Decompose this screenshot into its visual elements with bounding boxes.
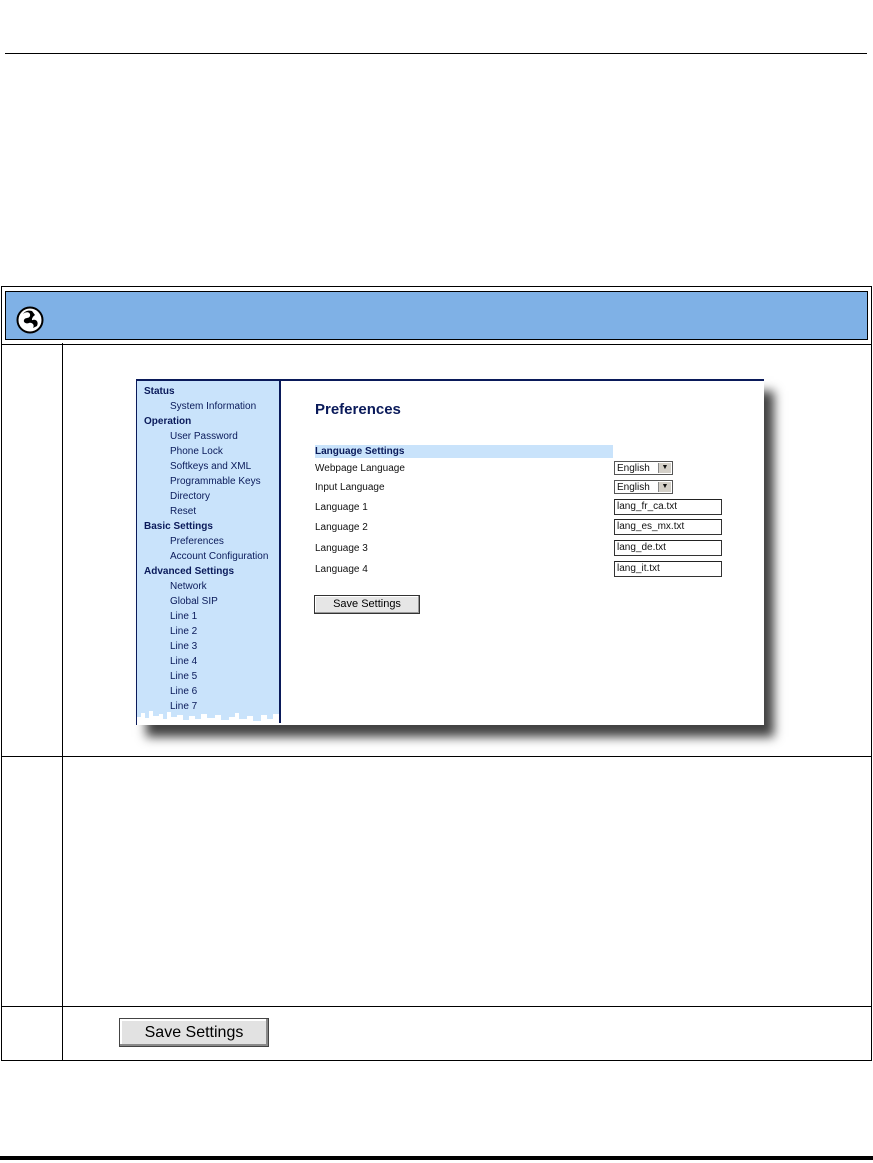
sidebar-nav: Status System Information Operation User… [137,381,281,723]
sidebar-item-reset[interactable]: Reset [170,506,196,517]
step-number-cell [2,756,63,1006]
sidebar-item-programmable-keys[interactable]: Programmable Keys [170,476,261,487]
webpage-language-value: English [617,463,650,474]
web-ui-screenshot: Status System Information Operation User… [136,379,764,725]
language-3-input[interactable]: lang_de.txt [614,540,722,556]
language-4-label: Language 4 [315,564,368,575]
webpage-language-select[interactable]: English ▼ [614,461,673,475]
language-1-input[interactable]: lang_fr_ca.txt [614,499,722,515]
step-number-cell [2,1006,63,1060]
aastra-web-ui-icon [16,306,44,334]
sidebar-item-line-1[interactable]: Line 1 [170,611,197,622]
dropdown-arrow-icon[interactable]: ▼ [658,463,671,473]
input-language-label: Input Language [315,482,385,493]
webpage-language-label: Webpage Language [315,463,405,474]
sidebar-item-directory[interactable]: Directory [170,491,210,502]
skyline-graphic [137,711,279,723]
input-language-select[interactable]: English ▼ [614,480,673,494]
language-2-label: Language 2 [315,522,368,533]
sidebar-item-line-6[interactable]: Line 6 [170,686,197,697]
sidebar-item-phone-lock[interactable]: Phone Lock [170,446,223,457]
save-settings-button[interactable]: Save Settings [314,595,420,614]
page-title: Preferences [315,401,401,418]
sidebar-item-network[interactable]: Network [170,581,207,592]
step-row-2 [1,756,872,1007]
save-settings-button-large[interactable]: Save Settings [119,1018,269,1047]
sidebar-item-line-2[interactable]: Line 2 [170,626,197,637]
bottom-rule [0,1156,873,1160]
sidebar-section-basic-settings[interactable]: Basic Settings [144,521,213,532]
top-rule [5,53,867,54]
sidebar-item-line-5[interactable]: Line 5 [170,671,197,682]
language-4-input[interactable]: lang_it.txt [614,561,722,577]
sidebar-section-status[interactable]: Status [144,386,175,397]
language-2-input[interactable]: lang_es_mx.txt [614,519,722,535]
procedure-header [1,286,872,345]
step-number-cell [2,343,63,756]
sidebar-item-user-password[interactable]: User Password [170,431,238,442]
section-header-language-settings: Language Settings [315,445,613,458]
sidebar-item-preferences[interactable]: Preferences [170,536,224,547]
sidebar-item-global-sip[interactable]: Global SIP [170,596,218,607]
header-band [5,291,868,340]
sidebar-item-system-information[interactable]: System Information [170,401,256,412]
language-1-label: Language 1 [315,502,368,513]
sidebar-item-softkeys-xml[interactable]: Softkeys and XML [170,461,251,472]
input-language-value: English [617,482,650,493]
sidebar-item-line-3[interactable]: Line 3 [170,641,197,652]
sidebar-item-account-configuration[interactable]: Account Configuration [170,551,268,562]
sidebar-section-advanced-settings[interactable]: Advanced Settings [144,566,234,577]
sidebar-section-operation[interactable]: Operation [144,416,191,427]
dropdown-arrow-icon[interactable]: ▼ [658,482,671,492]
preferences-content: Preferences Language Settings Webpage La… [281,381,764,723]
sidebar-item-line-4[interactable]: Line 4 [170,656,197,667]
language-3-label: Language 3 [315,543,368,554]
